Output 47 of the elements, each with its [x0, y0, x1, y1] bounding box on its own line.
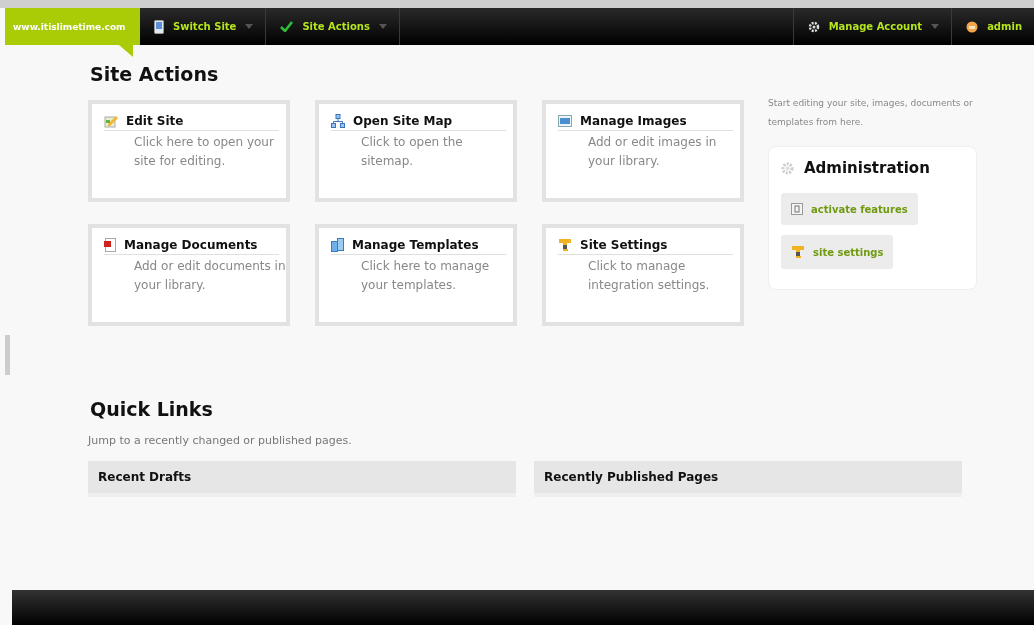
panel-header: Recently Published Pages [534, 461, 962, 497]
card-description: Click to manage integration settings. [588, 258, 711, 294]
document-icon [104, 238, 116, 252]
sitemap-icon [331, 114, 345, 128]
card-description: Click to open the sitemap. [361, 134, 464, 170]
menu-button[interactable]: Manage Account [792, 8, 952, 45]
panel-header: Recent Drafts [88, 461, 516, 497]
image-icon [558, 115, 572, 127]
phone-icon [154, 19, 164, 34]
settings-icon [807, 20, 820, 33]
action-card[interactable]: Manage Documents Add or edit documents in your library. [88, 224, 290, 326]
menu-button[interactable]: Site Actions [266, 8, 400, 45]
card-description: Add or edit documents in your library. [134, 258, 287, 294]
action-card[interactable]: Edit Site Click here to open your site for editing. [88, 100, 290, 202]
drill-icon [558, 238, 572, 252]
card-title: Manage Images [580, 114, 687, 128]
action-card[interactable]: Site Settings Click to manage integration settings. [542, 224, 744, 326]
section-heading: Quick Links [90, 398, 214, 420]
check-icon [280, 21, 294, 32]
action-card[interactable]: Open Site Map Click to open the sitemap. [315, 100, 517, 202]
pointer-notch [119, 45, 133, 57]
gear-icon [781, 161, 794, 175]
card-title: Edit Site [126, 114, 184, 128]
drill-icon [791, 245, 805, 259]
card-title: Manage Documents [124, 238, 258, 252]
action-card[interactable]: Manage Images Add or edit images in your library. [542, 100, 744, 202]
card-title: Manage Templates [352, 238, 479, 252]
menu-button[interactable]: admin [951, 8, 1034, 45]
caret-icon [245, 24, 254, 29]
caret-icon [931, 24, 940, 29]
card-title: Open Site Map [353, 114, 453, 128]
caret-icon [378, 24, 387, 29]
action-card[interactable]: Manage Templates Click here to manage your templates. [315, 224, 517, 326]
panel-title: Administration [804, 159, 930, 177]
site-name: www.itislimetime.com [13, 21, 126, 32]
card-description: Click here to manage your templates. [361, 258, 491, 294]
intro-text: Jump to a recently changed or published pages. [88, 434, 353, 447]
intro-text: Start editing your site, images, documents or templates from here. [768, 97, 974, 129]
avatar-icon [966, 20, 979, 33]
card-description: Add or edit images in your library. [588, 134, 718, 170]
section-heading: Site Actions [90, 63, 220, 85]
menu-button[interactable]: Switch Site [140, 8, 267, 45]
page-icon [791, 203, 803, 215]
pages-icon [331, 238, 344, 252]
edit-icon [104, 114, 118, 128]
card-title: Site Settings [580, 238, 668, 252]
card-description: Click here to open your site for editing. [134, 134, 275, 170]
